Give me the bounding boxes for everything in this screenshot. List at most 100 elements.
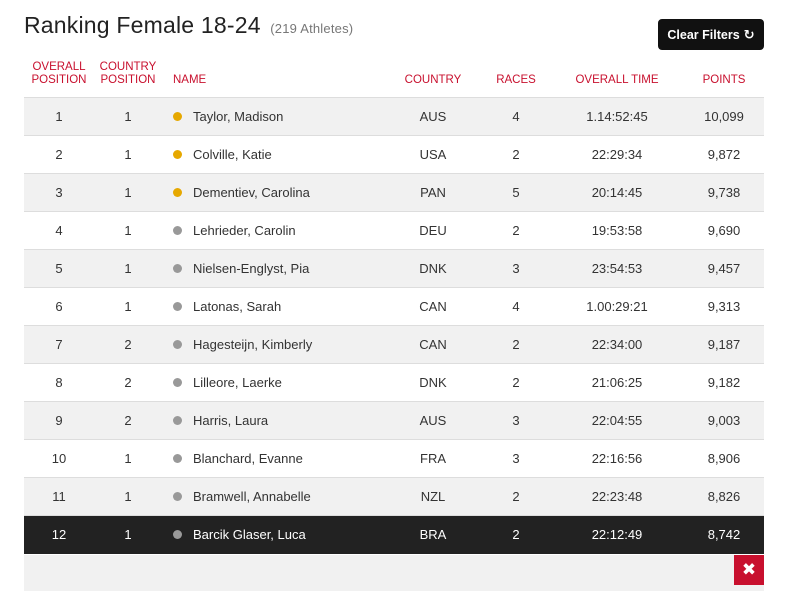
- country-cell: AUS: [419, 109, 447, 124]
- athlete-name: Blanchard, Evanne: [193, 451, 303, 466]
- athlete-name: Harris, Laura: [193, 413, 269, 428]
- column-name[interactable]: NAME: [173, 74, 206, 87]
- points-cell: 9,738: [707, 185, 741, 200]
- overall-time-cell: 22:23:48: [591, 489, 643, 504]
- races-cell: 3: [512, 413, 520, 428]
- overall-position-cell: 5: [55, 261, 63, 276]
- overall-time-cell: 22:04:55: [591, 413, 643, 428]
- table-row-selected[interactable]: 12 1 Barcik Glaser, Luca BRA 2 22:12:49 8,742: [24, 516, 764, 554]
- table-row[interactable]: 6 1 Latonas, Sarah CAN 4 1.00:29:21 9,313: [24, 288, 764, 326]
- rank-dot-cell: [173, 516, 183, 554]
- close-icon: ✖: [741, 560, 757, 579]
- athlete-name: Hagesteijn, Kimberly: [193, 337, 313, 352]
- overall-time-cell: 22:16:56: [591, 451, 643, 466]
- overall-time-cell: 21:06:25: [591, 375, 643, 390]
- rank-dot-cell: [173, 364, 183, 402]
- points-cell: 9,003: [707, 413, 741, 428]
- country-cell: FRA: [420, 451, 446, 466]
- races-cell: 2: [512, 489, 520, 504]
- country-position-cell: 1: [124, 223, 132, 238]
- country-position-cell: 1: [124, 299, 132, 314]
- table-row[interactable]: 9 2 Harris, Laura AUS 3 22:04:55 9,003: [24, 402, 764, 440]
- athlete-name: Colville, Katie: [193, 147, 272, 162]
- country-cell: BRA: [419, 527, 447, 542]
- athlete-name: Barcik Glaser, Luca: [193, 527, 306, 542]
- table-row[interactable]: 1 1 Taylor, Madison AUS 4 1.14:52:45 10,099: [24, 98, 764, 136]
- overall-position-cell: 10: [51, 451, 67, 466]
- rank-dot-cell: [173, 326, 183, 364]
- races-cell: 2: [512, 375, 520, 390]
- column-overall-time[interactable]: OVERALL TIME: [564, 74, 670, 87]
- country-position-cell: 1: [124, 451, 132, 466]
- table-row[interactable]: 4 1 Lehrieder, Carolin DEU 2 19:53:58 9,690: [24, 212, 764, 250]
- athlete-name: Nielsen-Englyst, Pia: [193, 261, 310, 276]
- athlete-name: Dementiev, Carolina: [193, 185, 310, 200]
- country-cell: DNK: [419, 261, 447, 276]
- points-cell: 10,099: [704, 109, 744, 124]
- points-cell: 9,182: [707, 375, 741, 390]
- overall-time-cell: 20:14:45: [591, 185, 643, 200]
- races-cell: 5: [512, 185, 520, 200]
- overall-position-cell: 3: [55, 185, 63, 200]
- country-position-cell: 2: [124, 375, 132, 390]
- column-races[interactable]: RACES: [482, 74, 550, 87]
- points-cell: 8,742: [707, 527, 741, 542]
- rank-dot-icon: [173, 454, 182, 464]
- athlete-name: Latonas, Sarah: [193, 299, 282, 314]
- overall-time-cell: 22:12:49: [591, 527, 643, 542]
- country-position-cell: 2: [124, 413, 132, 428]
- country-cell: PAN: [420, 185, 446, 200]
- races-cell: 2: [512, 337, 520, 352]
- overall-position-cell: 6: [55, 299, 63, 314]
- country-position-cell: 1: [124, 185, 132, 200]
- table-row[interactable]: 10 1 Blanchard, Evanne FRA 3 22:16:56 8,906: [24, 440, 764, 478]
- points-cell: 9,872: [707, 147, 741, 162]
- country-cell: CAN: [419, 299, 447, 314]
- points-cell: 9,690: [707, 223, 741, 238]
- rank-dot-icon: [173, 188, 182, 198]
- clear-filters-button[interactable]: Clear Filters ↻: [658, 19, 764, 50]
- rank-dot-icon: [173, 264, 182, 274]
- rank-dot-icon: [173, 530, 182, 540]
- rank-dot-cell: [173, 136, 183, 174]
- races-cell: 3: [512, 261, 520, 276]
- column-overall-position[interactable]: OVERALL POSITION: [24, 61, 94, 87]
- overall-position-cell: 9: [55, 413, 63, 428]
- rank-dot-cell: [173, 250, 183, 288]
- country-cell: NZL: [420, 489, 446, 504]
- overall-position-cell: 1: [55, 109, 63, 124]
- athlete-name: Lehrieder, Carolin: [193, 223, 296, 238]
- ranking-title: Ranking Female 18-24: [24, 12, 261, 38]
- table-row[interactable]: 11 1 Bramwell, Annabelle NZL 2 22:23:48 8,826: [24, 478, 764, 516]
- table-row[interactable]: 3 1 Dementiev, Carolina PAN 5 20:14:45 9,738: [24, 174, 764, 212]
- points-cell: 8,906: [707, 451, 741, 466]
- country-position-cell: 2: [124, 337, 132, 352]
- table-row[interactable]: 7 2 Hagesteijn, Kimberly CAN 2 22:34:00 9,187: [24, 326, 764, 364]
- overall-position-cell: 2: [55, 147, 63, 162]
- table-row[interactable]: 2 1 Colville, Katie USA 2 22:29:34 9,872: [24, 136, 764, 174]
- points-cell: 9,313: [707, 299, 741, 314]
- country-position-cell: 1: [124, 489, 132, 504]
- overall-time-cell: 22:29:34: [591, 147, 643, 162]
- table-row[interactable]: 8 2 Lilleore, Laerke DNK 2 21:06:25 9,182: [24, 364, 764, 402]
- rank-dot-cell: [173, 478, 183, 516]
- column-country-position[interactable]: COUNTRY POSITION: [94, 61, 162, 87]
- country-position-cell: 1: [124, 261, 132, 276]
- country-position-cell: 1: [124, 109, 132, 124]
- table-row[interactable]: 5 1 Nielsen-Englyst, Pia DNK 3 23:54:53 9,457: [24, 250, 764, 288]
- athlete-detail-panel: ✖: [24, 555, 764, 591]
- country-position-cell: 1: [124, 527, 132, 542]
- overall-time-cell: 19:53:58: [591, 223, 643, 238]
- country-position-cell: 1: [124, 147, 132, 162]
- rank-dot-cell: [173, 440, 183, 478]
- rank-dot-icon: [173, 112, 182, 122]
- column-country[interactable]: COUNTRY: [394, 74, 472, 87]
- close-detail-button[interactable]: ✖: [734, 555, 764, 585]
- races-cell: 2: [512, 223, 520, 238]
- column-points[interactable]: POINTS: [684, 74, 764, 87]
- rank-dot-cell: [173, 288, 183, 326]
- overall-time-cell: 23:54:53: [591, 261, 643, 276]
- athlete-name: Lilleore, Laerke: [193, 375, 282, 390]
- rank-dot-cell: [173, 212, 183, 250]
- rank-dot-icon: [173, 378, 182, 388]
